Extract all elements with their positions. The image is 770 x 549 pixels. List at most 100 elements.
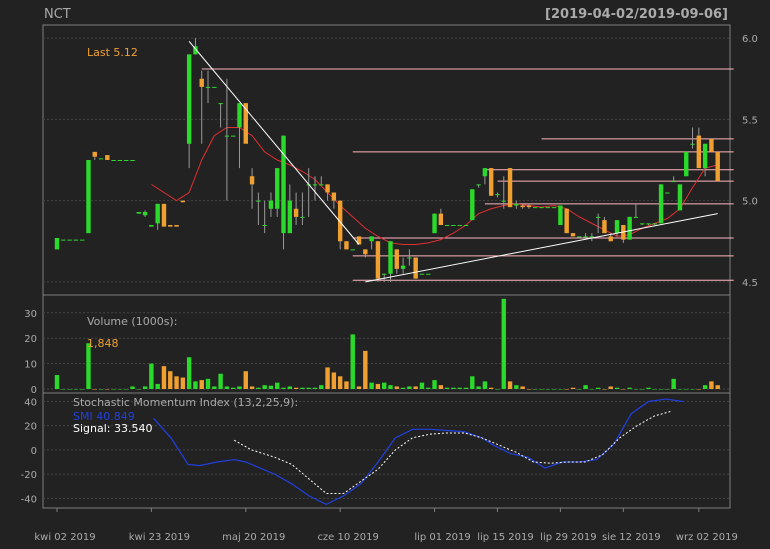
signal-value-label: Signal: 33.540: [73, 422, 152, 435]
x-tick-label: maj 20 2019: [222, 532, 285, 543]
x-tick-label: kwi 02 2019: [34, 532, 95, 543]
x-tick-label: kwi 23 2019: [129, 532, 190, 543]
candle-body: [658, 184, 664, 224]
candle-body: [444, 225, 450, 226]
volume-bar: [463, 387, 469, 389]
volume-bar: [105, 389, 110, 390]
volume-bar: [363, 350, 368, 389]
candle-body: [633, 216, 639, 218]
volume-bar: [268, 385, 274, 389]
symbol-title: NCT: [44, 7, 71, 22]
volume-bar: [646, 387, 651, 389]
candle-body: [709, 138, 714, 152]
candle-body: [388, 241, 393, 274]
smi-tick-label: 20: [24, 422, 37, 433]
volume-bar: [293, 387, 299, 389]
candle-body: [98, 158, 104, 160]
volume-bar: [199, 380, 204, 389]
candle-body: [715, 151, 720, 182]
candle-body: [495, 194, 500, 196]
price-border: [42, 24, 731, 296]
price-tick-label: 5.0: [742, 197, 758, 208]
candle-body: [627, 216, 632, 240]
price-tick-label: 4.5: [742, 278, 758, 289]
candle-body: [249, 176, 255, 185]
volume-tick-label: 20: [24, 334, 37, 345]
candle-body: [501, 200, 506, 202]
volume-bar: [539, 389, 544, 390]
candle-body: [608, 236, 613, 242]
smi-label: Stochastic Momentum Index (13,2,25,9):: [73, 396, 298, 409]
candle-body: [186, 54, 192, 144]
candle-body: [583, 236, 588, 238]
volume-bar: [180, 377, 186, 389]
candle-body: [394, 249, 399, 269]
candle-body: [224, 135, 230, 137]
volume-bar: [218, 373, 223, 389]
candle-body: [696, 135, 702, 169]
volume-last-label: 1,848: [87, 337, 119, 350]
volume-bar: [476, 386, 481, 389]
volume-tick-label: 10: [24, 360, 37, 371]
candle-body: [684, 151, 689, 177]
candle-body: [105, 155, 110, 160]
volume-bar: [614, 387, 620, 389]
candle-body: [337, 200, 343, 242]
x-tick-label: lip 15 2019: [477, 532, 533, 543]
volume-bar: [111, 389, 116, 390]
candle-body: [577, 236, 582, 238]
smi-line: [153, 398, 684, 506]
volume-bar: [639, 389, 645, 390]
volume-bar: [130, 386, 135, 389]
volume-bar: [514, 385, 519, 389]
volume-bar: [136, 389, 142, 390]
candle-body: [558, 205, 563, 225]
volume-panel: 30 20 10 0: [24, 298, 730, 396]
volume-bar: [350, 334, 355, 389]
candle-body: [690, 143, 695, 145]
volume-bar: [312, 387, 318, 389]
price-tick-label: 5.5: [742, 115, 758, 126]
volume-bar: [256, 387, 261, 389]
volume-bar: [690, 389, 695, 390]
volume-bar: [287, 386, 293, 389]
candle-body: [514, 203, 519, 206]
candle-body: [67, 239, 72, 241]
candle-body: [287, 200, 293, 234]
volume-bar: [174, 376, 179, 389]
price-panel: 6.0 5.5 5.0 4.5: [43, 34, 758, 289]
volume-bar: [319, 385, 324, 389]
candle-body: [533, 207, 538, 209]
volume-bar: [608, 386, 613, 389]
candle-body: [570, 233, 576, 237]
candle-body: [520, 205, 525, 208]
candle-body: [407, 257, 412, 259]
candle-body: [595, 216, 601, 218]
candle-body: [124, 160, 129, 161]
candle-body: [363, 249, 368, 255]
volume-bar: [577, 389, 582, 390]
volume-bar: [564, 389, 569, 390]
volume-bar: [230, 387, 236, 389]
candle-body: [413, 257, 418, 279]
candle-body: [168, 225, 173, 227]
volume-bar: [92, 389, 97, 390]
smi-tick-label: -40: [21, 494, 37, 505]
volume-bar: [658, 389, 664, 390]
volume-bar: [237, 386, 242, 389]
volume-bar: [520, 386, 525, 389]
x-tick-label: lip 01 2019: [414, 532, 470, 543]
volume-bar: [388, 385, 393, 389]
volume-bar: [665, 389, 670, 390]
candle-body: [438, 213, 444, 225]
volume-bar: [545, 389, 551, 390]
volume-bar: [526, 389, 532, 390]
volume-bar: [331, 372, 337, 389]
candle-body: [230, 135, 236, 137]
volume-bar: [212, 386, 217, 389]
volume-border: [42, 294, 731, 394]
volume-bar: [677, 389, 683, 390]
date-range: [2019-04-02/2019-09-06]: [545, 7, 728, 22]
volume-bar: [413, 386, 418, 389]
candle-body: [470, 189, 475, 221]
